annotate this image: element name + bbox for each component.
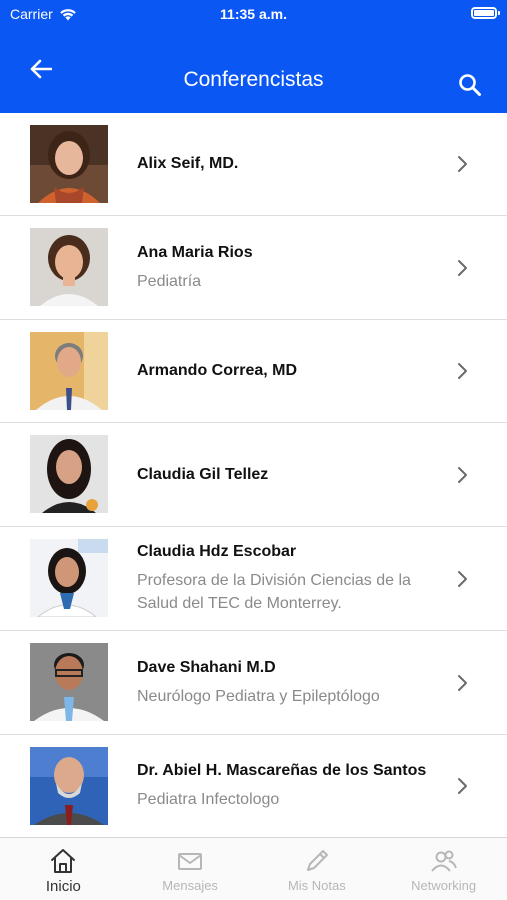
speaker-info: Alix Seif, MD. — [137, 113, 447, 215]
speaker-subtitle: Neurólogo Pediatra y Epileptólogo — [137, 687, 380, 705]
tab-mensajes[interactable]: Mensajes — [127, 838, 254, 900]
avatar — [30, 435, 108, 513]
chevron-right-icon — [458, 570, 467, 587]
page-title: Conferencistas — [183, 68, 324, 91]
speaker-info: Dr. Abiel H. Mascareñas de los Santos Pe… — [137, 735, 447, 837]
tab-label: Inicio — [45, 878, 81, 895]
search-button[interactable] — [453, 68, 487, 102]
speaker-name: Armando Correa, MD — [137, 362, 298, 379]
speaker-name: Dr. Abiel H. Mascareñas de los Santos — [137, 762, 427, 779]
avatar — [30, 125, 108, 203]
chevron-right-icon — [458, 778, 467, 794]
avatar — [30, 332, 108, 410]
speaker-name: Claudia Gil Tellez — [137, 465, 269, 483]
list-item[interactable]: Dave Shahani M.D Neurólogo Pediatra y Ep… — [0, 631, 507, 735]
battery-icon — [471, 7, 500, 19]
search-icon — [459, 74, 481, 96]
speaker-name: Ana Maria Rios — [137, 243, 253, 261]
chevron-right-icon — [458, 156, 467, 172]
pencil-icon — [306, 850, 328, 871]
speaker-name: Alix Seif, MD. — [137, 155, 239, 172]
app-screen: Carrier 11:35 a.m. Conferencistas Alix S… — [0, 0, 507, 900]
speaker-info: Claudia Gil Tellez — [137, 423, 447, 526]
list-item[interactable]: Claudia Gil Tellez — [0, 423, 507, 527]
avatar — [30, 643, 108, 721]
tab-label: Networking — [411, 878, 477, 893]
avatar — [30, 228, 108, 306]
list-item[interactable]: Ana Maria Rios Pediatría — [0, 216, 507, 320]
speaker-subtitle: Pediatra Infectologo — [137, 791, 280, 808]
speaker-info: Dave Shahani M.D Neurólogo Pediatra y Ep… — [137, 631, 447, 734]
speaker-info: Armando Correa, MD — [137, 320, 447, 422]
speaker-name: Dave Shahani M.D — [137, 658, 276, 676]
tab-networking[interactable]: Networking — [380, 838, 507, 900]
home-icon — [51, 849, 76, 873]
speaker-info: Ana Maria Rios Pediatría — [137, 216, 447, 319]
people-icon — [430, 850, 457, 872]
chevron-right-icon — [458, 259, 467, 276]
speaker-name: Claudia Hdz Escobar — [137, 543, 297, 560]
list-item[interactable]: Alix Seif, MD. — [0, 113, 507, 216]
list-item[interactable]: Armando Correa, MD — [0, 320, 507, 423]
tab-label: Mensajes — [162, 878, 218, 893]
avatar — [30, 539, 108, 617]
speaker-list: Alix Seif, MD. Ana Maria Rios Pediatría — [0, 113, 507, 838]
avatar — [30, 747, 108, 825]
top-bar: Carrier 11:35 a.m. Conferencistas — [0, 0, 507, 113]
chevron-right-icon — [458, 674, 467, 691]
status-time: 11:35 a.m. — [220, 6, 287, 22]
chevron-right-icon — [458, 363, 467, 379]
tab-label: Mis Notas — [287, 878, 346, 893]
speaker-subtitle: Profesora de la División Ciencias de la … — [137, 572, 411, 612]
tab-mis-notas[interactable]: Mis Notas — [254, 838, 381, 900]
chevron-right-icon — [458, 466, 467, 483]
status-bar: Carrier 11:35 a.m. — [0, 0, 507, 30]
speaker-subtitle: Pediatría — [137, 272, 202, 290]
list-item[interactable]: Claudia Hdz Escobar Profesora de la Divi… — [0, 527, 507, 631]
tab-inicio[interactable]: Inicio — [0, 838, 127, 900]
list-item[interactable]: Dr. Abiel H. Mascareñas de los Santos Pe… — [0, 735, 507, 838]
tab-bar: Inicio Mensajes Mis Notas Networking — [0, 837, 507, 900]
mail-icon — [178, 853, 203, 870]
speaker-info: Claudia Hdz Escobar Profesora de la Divi… — [137, 527, 447, 630]
